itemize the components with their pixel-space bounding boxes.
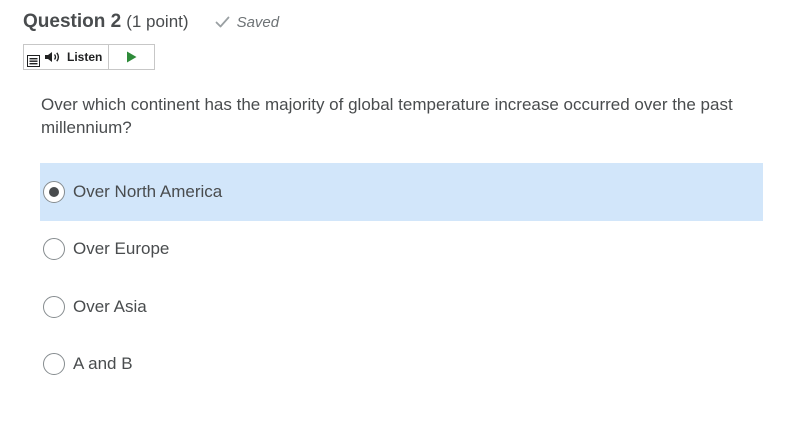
radio-button[interactable] (43, 353, 65, 376)
radio-button[interactable] (43, 180, 65, 203)
listen-label: Listen (67, 50, 103, 64)
question-header: Question 2 (1 point) Saved (23, 10, 279, 34)
radio-selected-dot (49, 186, 59, 197)
answer-option-label: A and B (73, 354, 133, 374)
menu-button[interactable] (24, 45, 42, 69)
answer-option[interactable]: Over Asia (40, 278, 763, 336)
play-icon (127, 51, 137, 63)
saved-status: Saved (215, 13, 280, 31)
readspeaker-toolbar: Listen (23, 44, 155, 70)
saved-status-label: Saved (236, 13, 280, 31)
answer-option[interactable]: Over Europe (40, 221, 763, 279)
speaker-icon (45, 52, 60, 62)
question-text: Over which continent has the majority of… (41, 95, 733, 137)
menu-icon (26, 55, 40, 67)
answer-option[interactable]: Over North America (40, 163, 763, 221)
listen-button[interactable]: Listen (42, 45, 110, 69)
answer-option[interactable]: A and B (40, 336, 763, 394)
answer-options: Over North America Over Europe Over Asia… (40, 163, 763, 393)
answer-option-label: Over North America (73, 181, 223, 201)
radio-button[interactable] (43, 238, 65, 261)
question-points: (1 point) (126, 12, 189, 31)
answer-option-label: Over Europe (73, 239, 170, 259)
question-title: Question 2 (23, 11, 122, 32)
checkmark-icon (215, 16, 229, 28)
answer-option-label: Over Asia (73, 296, 147, 316)
play-button[interactable] (109, 45, 154, 69)
radio-button[interactable] (43, 295, 65, 318)
